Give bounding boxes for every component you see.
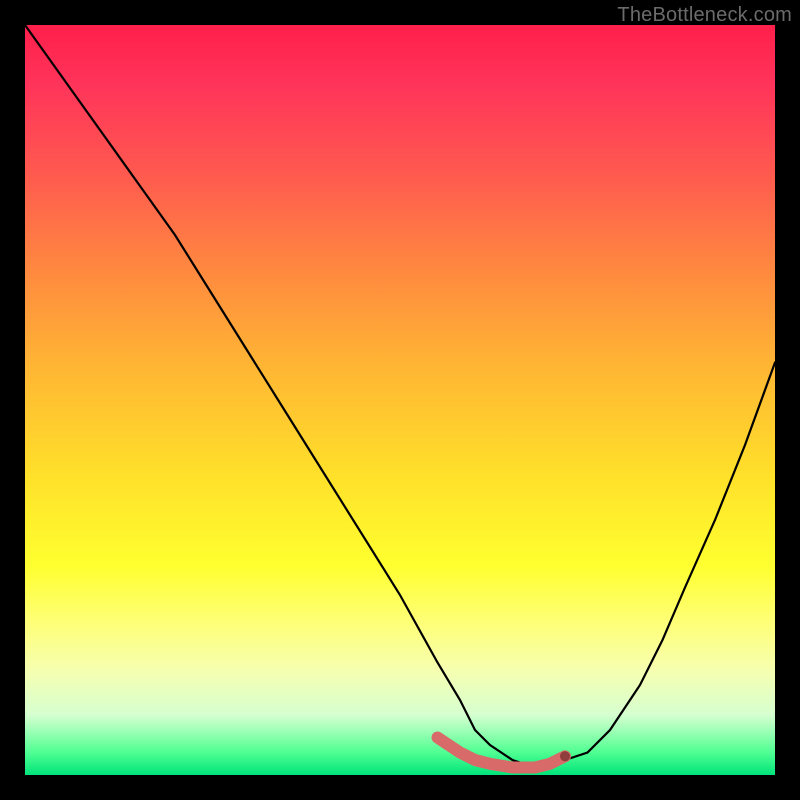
bottleneck-curve <box>25 25 775 775</box>
watermark-text: TheBottleneck.com <box>617 4 792 27</box>
chart-frame: TheBottleneck.com <box>0 0 800 800</box>
curve-path <box>25 25 775 768</box>
plot-area <box>25 25 775 775</box>
accent-end-dot <box>560 751 570 761</box>
